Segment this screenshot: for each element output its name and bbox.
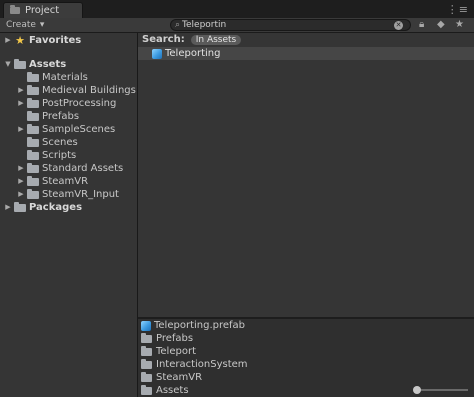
expand-arrow-icon[interactable]: ▶ <box>17 123 25 136</box>
search-scope-bar: Search: In Assets <box>138 33 474 46</box>
path-item-label: InteractionSystem <box>156 359 248 370</box>
search-input[interactable] <box>180 20 395 30</box>
tree-item-favorites[interactable]: ▶ ★ Favorites <box>4 34 81 47</box>
star-icon: ★ <box>15 34 25 47</box>
tree-item-label: PostProcessing <box>42 98 117 109</box>
path-item-label: Teleport <box>156 346 196 357</box>
tree-item-label: Materials <box>42 72 88 83</box>
path-item-prefabs[interactable]: Prefabs <box>141 332 193 345</box>
path-item-teleport[interactable]: Teleport <box>141 345 196 358</box>
window-menu-icon[interactable]: ⋮≡ <box>447 3 469 16</box>
tree-item-postprocessing[interactable]: ▶ PostProcessing <box>17 97 116 110</box>
tree-item-label: Assets <box>29 59 67 70</box>
tree-item-label: Medieval Buildings <box>42 85 136 96</box>
prefab-cube-icon <box>141 320 151 331</box>
chevron-down-icon: ▾ <box>39 20 45 30</box>
folder-icon <box>141 358 152 369</box>
expand-arrow-icon[interactable]: ▶ <box>17 175 25 188</box>
tree-item-label: SteamVR_Input <box>42 189 119 200</box>
folder-icon <box>141 384 152 395</box>
folder-icon <box>27 110 39 121</box>
asset-path-panel: Teleporting.prefab Prefabs Teleport Inte… <box>138 319 474 397</box>
folder-icon <box>27 136 39 147</box>
folder-icon <box>27 123 39 134</box>
folder-icon <box>14 58 26 69</box>
expand-arrow-icon[interactable]: ▶ <box>4 201 12 214</box>
tag-icon[interactable]: ◆ <box>437 19 445 30</box>
folder-icon <box>27 71 39 82</box>
result-item-teleporting[interactable]: Teleporting <box>138 47 474 60</box>
create-label: Create <box>6 20 36 30</box>
folder-icon <box>27 188 39 199</box>
collapse-arrow-icon[interactable]: ▼ <box>4 58 12 71</box>
expand-arrow-icon[interactable]: ▶ <box>17 162 25 175</box>
path-item-label: SteamVR <box>156 372 203 383</box>
project-toolbar: Create ▾ ⌕ ✕ 🔒︎ ◆ ★ <box>0 18 474 33</box>
window-titlebar: Project ⋮≡ <box>0 0 474 19</box>
tree-item-label: SampleScenes <box>42 124 116 135</box>
folder-tree-panel: ▶ ★ Favorites ▼ Assets Materials ▶ Medie… <box>0 33 138 397</box>
tree-item-label: Standard Assets <box>42 163 124 174</box>
tree-item-prefabs[interactable]: Prefabs <box>17 110 79 123</box>
tree-item-medieval-buildings[interactable]: ▶ Medieval Buildings <box>17 84 136 97</box>
folder-icon <box>141 345 152 356</box>
folder-icon <box>141 371 152 382</box>
tab-label: Project <box>25 5 60 16</box>
tree-item-label: SteamVR <box>42 176 89 187</box>
expand-arrow-icon[interactable]: ▶ <box>17 84 25 97</box>
tree-item-label: Prefabs <box>42 111 80 122</box>
folder-icon <box>27 162 39 173</box>
tree-item-standard-assets[interactable]: ▶ Standard Assets <box>17 162 123 175</box>
create-button[interactable]: Create ▾ <box>6 18 44 32</box>
folder-icon <box>14 201 26 212</box>
tree-item-scripts[interactable]: Scripts <box>17 149 76 162</box>
path-item-label: Assets <box>156 385 189 396</box>
tab-project[interactable]: Project <box>3 2 83 18</box>
folder-icon <box>27 97 39 108</box>
path-item-steamvr[interactable]: SteamVR <box>141 371 202 384</box>
tree-item-scenes[interactable]: Scenes <box>17 136 78 149</box>
folder-icon <box>141 332 152 343</box>
scope-in-assets-button[interactable]: In Assets <box>190 34 242 45</box>
tree-item-assets[interactable]: ▼ Assets <box>4 58 66 71</box>
expand-arrow-icon[interactable]: ▶ <box>17 97 25 110</box>
tree-item-samplescenes[interactable]: ▶ SampleScenes <box>17 123 115 136</box>
tree-item-steamvr[interactable]: ▶ SteamVR <box>17 175 88 188</box>
expand-arrow-icon[interactable]: ▶ <box>4 34 12 47</box>
tree-item-materials[interactable]: Materials <box>17 71 88 84</box>
star-icon[interactable]: ★ <box>455 19 464 30</box>
tree-item-label: Packages <box>29 202 83 213</box>
clear-search-icon[interactable]: ✕ <box>394 20 404 30</box>
tree-item-packages[interactable]: ▶ Packages <box>4 201 82 214</box>
tree-item-label: Scenes <box>42 137 78 148</box>
folder-icon <box>27 149 39 160</box>
tree-item-label: Scripts <box>42 150 77 161</box>
search-label: Search: <box>142 34 185 45</box>
path-item-interactionsystem[interactable]: InteractionSystem <box>141 358 248 371</box>
folder-icon <box>27 175 39 186</box>
path-item-teleporting-prefab[interactable]: Teleporting.prefab <box>141 319 245 332</box>
tree-item-label: Favorites <box>29 35 82 46</box>
folder-icon <box>10 5 20 14</box>
path-item-label: Prefabs <box>156 333 194 344</box>
lock-icon[interactable]: 🔒︎ <box>419 19 424 30</box>
path-item-label: Teleporting.prefab <box>154 320 246 331</box>
tree-item-steamvr-input[interactable]: ▶ SteamVR_Input <box>17 188 119 201</box>
result-item-label: Teleporting <box>165 48 221 59</box>
expand-arrow-icon[interactable]: ▶ <box>17 188 25 201</box>
path-item-assets[interactable]: Assets <box>141 384 189 397</box>
search-field[interactable]: ⌕ ✕ <box>170 19 411 31</box>
prefab-cube-icon <box>152 48 162 59</box>
slider-knob[interactable] <box>413 386 421 394</box>
icon-size-slider[interactable] <box>413 386 468 394</box>
folder-icon <box>27 84 39 95</box>
